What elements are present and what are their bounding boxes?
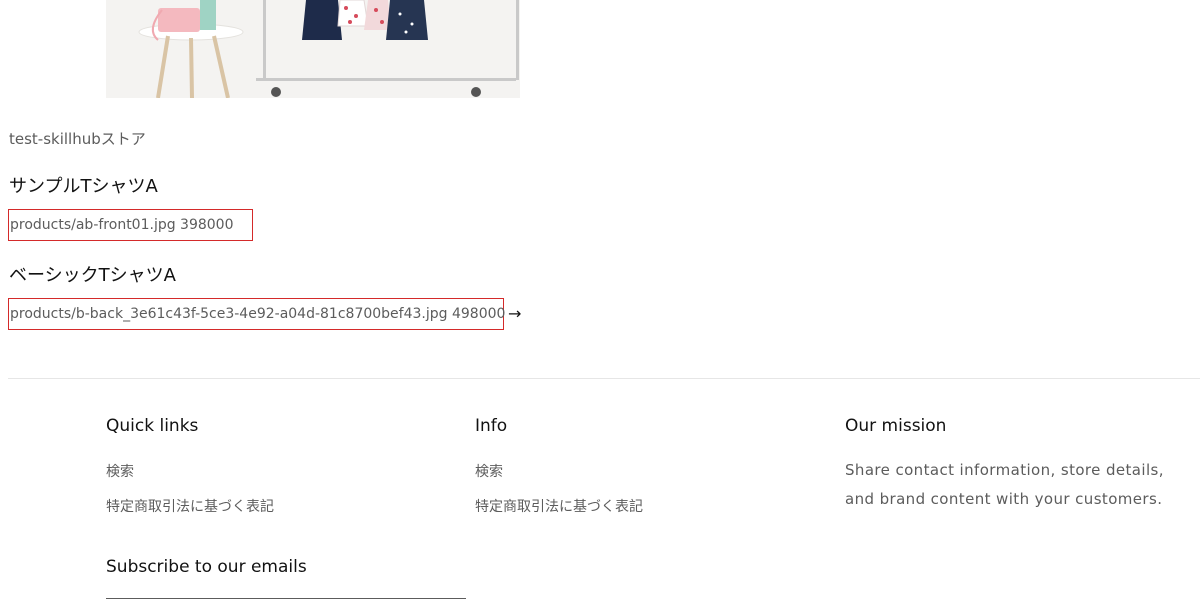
footer-heading-mission: Our mission <box>845 416 947 436</box>
product-info-text: products/b-back_3e61c43f-5ce3-4e92-a04d-… <box>10 306 506 322</box>
arrow-right-icon[interactable]: → <box>508 304 521 323</box>
page: test-skillhubストア サンプルTシャツA products/ab-f… <box>0 0 1200 600</box>
clothing-rack-illustration <box>106 0 520 98</box>
hero-image <box>106 0 520 98</box>
footer-divider <box>8 378 1200 379</box>
footer-heading-quick-links: Quick links <box>106 416 199 436</box>
footer-heading-info: Info <box>475 416 508 436</box>
footer-link-legal-notice[interactable]: 特定商取引法に基づく表記 <box>106 497 446 532</box>
footer-info: Info 検索 特定商取引法に基づく表記 <box>475 416 815 532</box>
footer-quick-links: Quick links 検索 特定商取引法に基づく表記 <box>106 416 446 532</box>
product-title[interactable]: ベーシックTシャツA <box>9 261 176 287</box>
footer-link-search[interactable]: 検索 <box>475 462 815 497</box>
subscribe-heading: Subscribe to our emails <box>106 557 307 577</box>
product-info-text: products/ab-front01.jpg 398000 <box>10 217 234 233</box>
footer-link-legal-notice[interactable]: 特定商取引法に基づく表記 <box>475 497 815 532</box>
product-title[interactable]: サンプルTシャツA <box>9 172 158 198</box>
footer-mission: Our mission Share contact information, s… <box>845 416 1185 514</box>
product-image-path-price: products/b-back_3e61c43f-5ce3-4e92-a04d-… <box>8 298 506 330</box>
store-name: test-skillhubストア <box>9 130 146 148</box>
mission-text: Share contact information, store details… <box>845 461 1164 508</box>
footer-link-search[interactable]: 検索 <box>106 462 446 497</box>
product-image-path-price: products/ab-front01.jpg 398000 <box>8 209 253 241</box>
